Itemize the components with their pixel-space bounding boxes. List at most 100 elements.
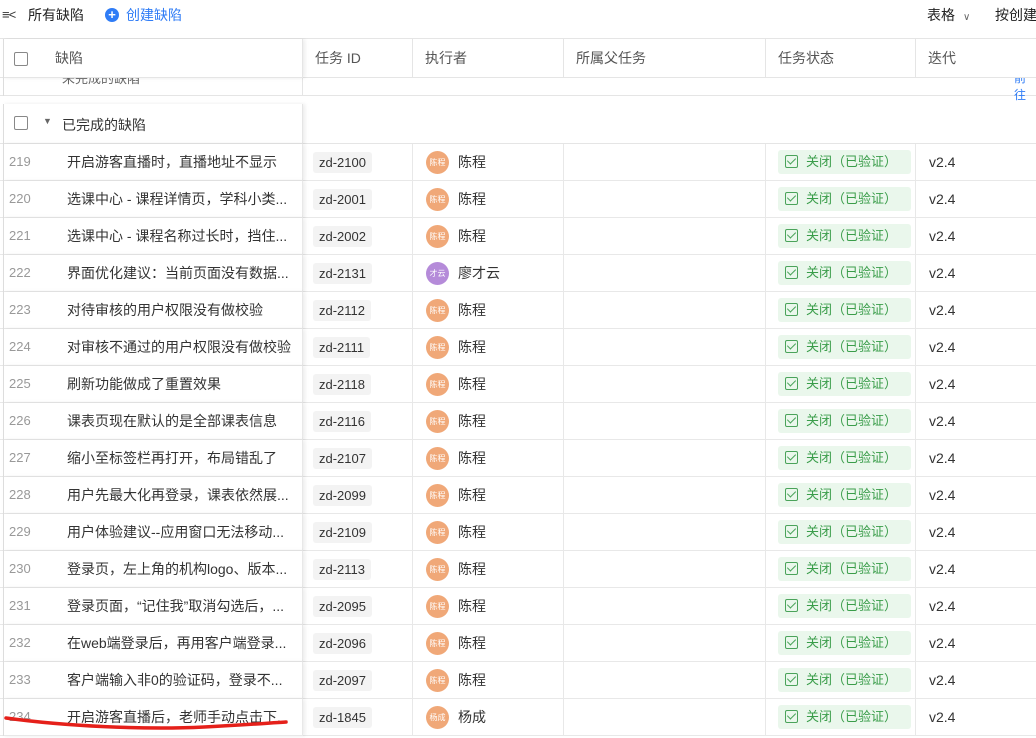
cell-parent-task[interactable] [564, 625, 766, 662]
cell-parent-task[interactable] [564, 514, 766, 551]
cell-executor[interactable]: 陈程 陈程 [413, 662, 564, 699]
cell-task-status[interactable]: 关闭（已验证） [766, 440, 916, 477]
cell-iteration[interactable]: v2.4 [916, 218, 1036, 255]
status-badge[interactable]: 关闭（已验证） [778, 520, 912, 544]
table-row[interactable]: 232 在web端登录后，再用客户端登录... zd-2096 陈程 陈程 关闭（已验证）… [0, 625, 1036, 662]
table-row[interactable]: 224 对审核不通过的用户权限没有做校验 zd-2111 陈程 陈程 关闭（已验证） v2.… [0, 329, 1036, 366]
cell-task-id[interactable]: zd-2118 [303, 366, 413, 403]
cell-iteration[interactable]: v2.4 [916, 625, 1036, 662]
cell-parent-task[interactable] [564, 662, 766, 699]
cell-task-id[interactable]: zd-2112 [303, 292, 413, 329]
cell-defect[interactable]: 223 对待审核的用户权限没有做校验 [3, 292, 303, 329]
table-row[interactable]: 225 刷新功能做成了重置效果 zd-2118 陈程 陈程 关闭（已验证） v2.4 [0, 366, 1036, 403]
cell-executor[interactable]: 陈程 陈程 [413, 366, 564, 403]
cell-defect[interactable]: 232 在web端登录后，再用客户端登录... [3, 625, 303, 662]
cell-parent-task[interactable] [564, 699, 766, 736]
status-badge[interactable]: 关闭（已验证） [778, 594, 912, 618]
cell-executor[interactable]: 才云 廖才云 [413, 255, 564, 292]
cell-task-status[interactable]: 关闭（已验证） [766, 551, 916, 588]
table-row[interactable]: 219 开启游客直播时，直播地址不显示 zd-2100 陈程 陈程 关闭（已验证） v2.4 [0, 144, 1036, 181]
cell-parent-task[interactable] [564, 477, 766, 514]
cell-task-id[interactable]: zd-2107 [303, 440, 413, 477]
cell-task-status[interactable]: 关闭（已验证） [766, 255, 916, 292]
defect-title[interactable]: 对待审核的用户权限没有做校验 [67, 292, 295, 328]
defect-title[interactable]: 选课中心 - 课程详情页，学科小类... [67, 181, 295, 217]
select-all-checkbox[interactable] [14, 52, 28, 67]
defect-title[interactable]: 缩小至标签栏再打开，布局错乱了 [67, 440, 295, 476]
header-parent-task[interactable]: 所属父任务 [564, 39, 766, 78]
cell-parent-task[interactable] [564, 366, 766, 403]
cell-parent-task[interactable] [564, 588, 766, 625]
table-row[interactable]: 222 界面优化建议：当前页面没有数据... zd-2131 才云 廖才云 关闭（已验证）… [0, 255, 1036, 292]
header-defect[interactable]: 缺陷 [3, 39, 303, 78]
defect-title[interactable]: 开启游客直播后，老师手动点击下... [67, 699, 295, 735]
table-row[interactable]: 220 选课中心 - 课程详情页，学科小类... zd-2001 陈程 陈程 关闭（已验证… [0, 181, 1036, 218]
cell-task-id[interactable]: zd-2131 [303, 255, 413, 292]
cell-iteration[interactable]: v2.4 [916, 699, 1036, 736]
status-badge[interactable]: 关闭（已验证） [778, 335, 912, 359]
cell-task-id[interactable]: zd-2116 [303, 403, 413, 440]
cell-task-id[interactable]: zd-2113 [303, 551, 413, 588]
defect-title[interactable]: 登录页面，“记住我”取消勾选后，... [67, 588, 295, 624]
cell-defect[interactable]: 220 选课中心 - 课程详情页，学科小类... [3, 181, 303, 218]
cell-defect[interactable]: 234 开启游客直播后，老师手动点击下... [3, 699, 303, 736]
cell-executor[interactable]: 陈程 陈程 [413, 625, 564, 662]
cell-executor[interactable]: 陈程 陈程 [413, 514, 564, 551]
cell-defect[interactable]: 226 课表页现在默认的是全部课表信息 [3, 403, 303, 440]
view-mode-select[interactable]: 表格 ∨ [927, 5, 970, 25]
cell-task-status[interactable]: 关闭（已验证） [766, 588, 916, 625]
cell-executor[interactable]: 陈程 陈程 [413, 440, 564, 477]
cell-task-status[interactable]: 关闭（已验证） [766, 329, 916, 366]
header-iteration[interactable]: 迭代 [916, 39, 1036, 78]
defect-title[interactable]: 开启游客直播时，直播地址不显示 [67, 144, 295, 180]
cell-parent-task[interactable] [564, 218, 766, 255]
status-badge[interactable]: 关闭（已验证） [778, 261, 912, 285]
status-badge[interactable]: 关闭（已验证） [778, 224, 912, 248]
status-badge[interactable]: 关闭（已验证） [778, 705, 912, 729]
cell-task-status[interactable]: 关闭（已验证） [766, 292, 916, 329]
cell-defect[interactable]: 224 对审核不通过的用户权限没有做校验 [3, 329, 303, 366]
cell-defect[interactable]: 228 用户先最大化再登录，课表依然展... [3, 477, 303, 514]
header-task-id[interactable]: 任务 ID [303, 39, 413, 78]
cell-iteration[interactable]: v2.4 [916, 255, 1036, 292]
cell-parent-task[interactable] [564, 329, 766, 366]
cell-parent-task[interactable] [564, 440, 766, 477]
table-row[interactable]: 233 客户端输入非0的验证码，登录不... zd-2097 陈程 陈程 关闭（已验证） v… [0, 662, 1036, 699]
cell-defect[interactable]: 219 开启游客直播时，直播地址不显示 [3, 144, 303, 181]
status-badge[interactable]: 关闭（已验证） [778, 409, 912, 433]
cell-task-status[interactable]: 关闭（已验证） [766, 181, 916, 218]
cell-executor[interactable]: 陈程 陈程 [413, 477, 564, 514]
cell-executor[interactable]: 陈程 陈程 [413, 403, 564, 440]
group-by-select[interactable]: 按创建 [995, 5, 1036, 25]
cell-parent-task[interactable] [564, 255, 766, 292]
table-row[interactable]: 223 对待审核的用户权限没有做校验 zd-2112 陈程 陈程 关闭（已验证） v2.4 [0, 292, 1036, 329]
cell-iteration[interactable]: v2.4 [916, 662, 1036, 699]
status-badge[interactable]: 关闭（已验证） [778, 631, 912, 655]
cell-parent-task[interactable] [564, 144, 766, 181]
defect-title[interactable]: 登录页，左上角的机构logo、版本... [67, 551, 295, 587]
status-badge[interactable]: 关闭（已验证） [778, 372, 912, 396]
cell-iteration[interactable]: v2.4 [916, 329, 1036, 366]
cell-iteration[interactable]: v2.4 [916, 440, 1036, 477]
cell-task-status[interactable]: 关闭（已验证） [766, 366, 916, 403]
cell-executor[interactable]: 陈程 陈程 [413, 292, 564, 329]
cell-task-id[interactable]: zd-2099 [303, 477, 413, 514]
cell-parent-task[interactable] [564, 292, 766, 329]
cell-task-status[interactable]: 关闭（已验证） [766, 403, 916, 440]
cell-task-id[interactable]: zd-2002 [303, 218, 413, 255]
cell-task-id[interactable]: zd-2095 [303, 588, 413, 625]
table-row[interactable]: 234 开启游客直播后，老师手动点击下... zd-1845 杨成 杨成 关闭（已验证） v… [0, 699, 1036, 736]
cell-iteration[interactable]: v2.4 [916, 588, 1036, 625]
table-row[interactable]: 231 登录页面，“记住我”取消勾选后，... zd-2095 陈程 陈程 关闭（已验证）… [0, 588, 1036, 625]
status-badge[interactable]: 关闭（已验证） [778, 557, 912, 581]
cell-executor[interactable]: 陈程 陈程 [413, 551, 564, 588]
defect-title[interactable]: 刷新功能做成了重置效果 [67, 366, 295, 402]
cell-iteration[interactable]: v2.4 [916, 403, 1036, 440]
cell-executor[interactable]: 陈程 陈程 [413, 181, 564, 218]
cell-task-id[interactable]: zd-2096 [303, 625, 413, 662]
cell-task-status[interactable]: 关闭（已验证） [766, 662, 916, 699]
status-badge[interactable]: 关闭（已验证） [778, 150, 912, 174]
status-badge[interactable]: 关闭（已验证） [778, 298, 912, 322]
cell-task-id[interactable]: zd-2100 [303, 144, 413, 181]
defect-title[interactable]: 课表页现在默认的是全部课表信息 [67, 403, 295, 439]
